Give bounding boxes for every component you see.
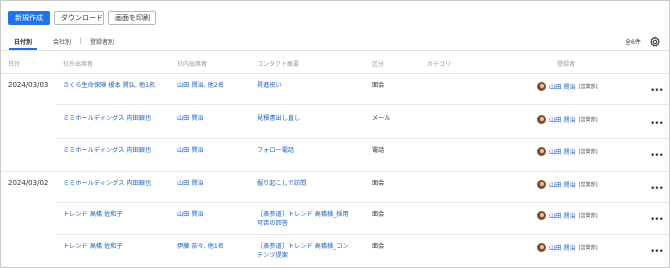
external-attendees[interactable]: トレンド 高橋 佐和子 (63, 210, 123, 220)
contact-summary[interactable]: フォロー電話 (257, 146, 294, 156)
more-horizontal-icon[interactable]: ••• (650, 216, 664, 225)
external-attendees[interactable]: ミミホールディングス 内田銀也 (63, 114, 151, 124)
user-avatar (537, 82, 546, 91)
external-attendees[interactable]: さくら生命保険 榎本 賢弘, 他1名 (63, 81, 155, 91)
internal-attendees[interactable]: 山田 賢治 (177, 114, 204, 124)
registrant-name: 山田 賢治 (549, 245, 576, 252)
contact-list-panel: 新規作成 ダウンロード 画面を印刷 日付別 会社別 登録者別 全6件 日付 社外… (0, 0, 670, 268)
contact-kind: 面会 (372, 211, 385, 218)
registrant-dept: [営業部] (578, 117, 598, 123)
registrant-name: 山田 賢治 (549, 117, 576, 124)
contact-summary-line-2[interactable]: テンツ提案 (257, 251, 288, 261)
more-horizontal-icon[interactable]: ••• (650, 248, 664, 257)
contact-summary[interactable]: 昇進祝い (257, 81, 282, 91)
group-divider (1, 171, 669, 172)
internal-attendees[interactable]: 山田 賢治, 他2名 (177, 81, 224, 91)
contact-kind: 面会 (372, 180, 385, 187)
row-divider (57, 234, 669, 235)
view-tabs: 日付別 会社別 登録者別 全6件 (1, 33, 669, 51)
row-divider (57, 202, 669, 203)
registrant-dept: [営業部] (578, 245, 598, 251)
more-horizontal-icon[interactable]: ••• (650, 185, 664, 194)
date-group-label: 2024/03/02 (8, 179, 49, 187)
registrant[interactable]: 山田 賢治 [営業部] (537, 82, 598, 91)
registrant[interactable]: 山田 賢治 [営業部] (537, 147, 598, 156)
contact-summary[interactable]: 掘り起こしで訪問 (257, 179, 306, 189)
registrant-name: 山田 賢治 (549, 84, 576, 91)
column-header-summary[interactable]: コンタクト概要 (257, 59, 299, 68)
registrant-name: 山田 賢治 (549, 213, 576, 220)
external-attendees[interactable]: トレンド 高橋 佐和子 (63, 242, 123, 252)
registrant-dept: [営業部] (578, 149, 598, 155)
external-attendees[interactable]: ミミホールディングス 内田銀也 (63, 179, 151, 189)
column-header-date[interactable]: 日付 (8, 59, 20, 68)
internal-attendees[interactable]: 山田 賢治 (177, 179, 204, 189)
user-avatar (537, 115, 546, 124)
internal-attendees[interactable]: 伊藤 奈々, 他1名 (177, 242, 224, 252)
active-tab-indicator (9, 48, 37, 50)
column-header-category[interactable]: カテゴリ (427, 59, 451, 68)
more-horizontal-icon[interactable]: ••• (650, 152, 664, 161)
row-divider (57, 104, 669, 105)
tab-by-registrant[interactable]: 登録者別 (90, 37, 114, 46)
registrant-dept: [営業部] (578, 182, 598, 188)
tab-divider (80, 37, 81, 44)
gear-icon[interactable] (649, 36, 661, 48)
contact-kind: 面会 (372, 82, 385, 89)
print-button[interactable]: 画面を印刷 (108, 11, 156, 25)
toolbar: 新規作成 ダウンロード 画面を印刷 (8, 11, 156, 25)
date-group-label: 2024/03/03 (8, 81, 49, 89)
contact-kind: メール (372, 115, 391, 122)
tab-by-date[interactable]: 日付別 (14, 37, 32, 46)
user-avatar (537, 243, 546, 252)
external-attendees[interactable]: ミミホールディングス 内田銀也 (63, 146, 151, 156)
user-avatar (537, 211, 546, 220)
download-button[interactable]: ダウンロード (54, 11, 104, 25)
internal-attendees[interactable]: 山田 賢治 (177, 210, 204, 220)
column-header-registrant[interactable]: 登録者 (557, 59, 575, 68)
more-horizontal-icon[interactable]: ••• (650, 87, 664, 96)
column-header-external[interactable]: 社外出席者 (63, 59, 93, 68)
registrant-dept: [営業部] (578, 213, 598, 219)
registrant[interactable]: 山田 賢治 [営業部] (537, 243, 598, 252)
tab-by-company[interactable]: 会社別 (53, 37, 71, 46)
header-divider (1, 73, 669, 74)
registrant[interactable]: 山田 賢治 [営業部] (537, 180, 598, 189)
contact-summary[interactable]: 見積書出し直し (257, 114, 300, 124)
registrant-dept: [営業部] (578, 84, 598, 90)
registrant[interactable]: 山田 賢治 [営業部] (537, 115, 598, 124)
contact-kind: 電話 (372, 147, 385, 154)
row-divider (57, 138, 669, 139)
more-horizontal-icon[interactable]: ••• (650, 120, 664, 129)
internal-attendees[interactable]: 山田 賢治 (177, 146, 204, 156)
user-avatar (537, 180, 546, 189)
total-count: 全6件 (625, 39, 641, 46)
contact-kind: 面会 (372, 243, 385, 250)
contact-summary-line-2[interactable]: 可否の回答 (257, 219, 288, 229)
column-header-internal[interactable]: 社内出席者 (177, 59, 207, 68)
registrant[interactable]: 山田 賢治 [営業部] (537, 211, 598, 220)
column-header-kind[interactable]: 区分 (372, 59, 384, 68)
registrant-name: 山田 賢治 (549, 182, 576, 189)
registrant-name: 山田 賢治 (549, 149, 576, 156)
user-avatar (537, 147, 546, 156)
new-button[interactable]: 新規作成 (8, 11, 50, 25)
